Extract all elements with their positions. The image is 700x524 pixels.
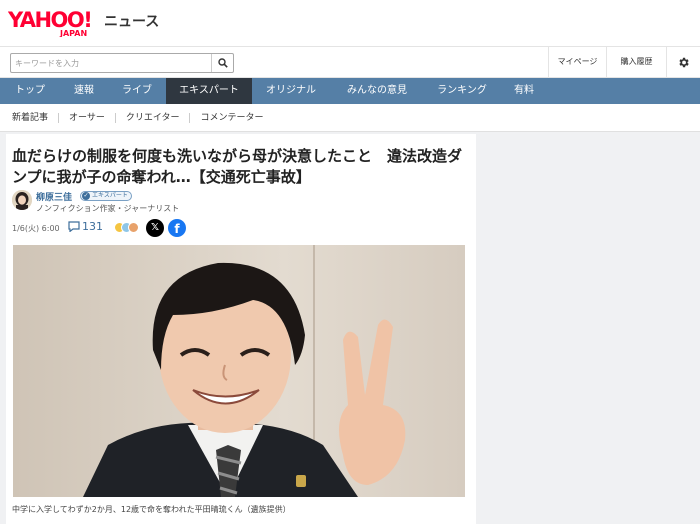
sad-reaction-icon bbox=[128, 222, 139, 233]
expert-badge: ✓ エキスパート bbox=[80, 191, 132, 201]
article-photo bbox=[13, 245, 465, 497]
nav-item-top[interactable]: トップ bbox=[0, 78, 60, 104]
article-title: 血だらけの制服を何度も洗いながら母が決意したこと 違法改造ダンプに我が子の命奪わ… bbox=[12, 147, 463, 186]
reaction-icons[interactable] bbox=[114, 222, 139, 234]
boy-peace-sign-photo bbox=[13, 245, 465, 497]
nav-item-breaking[interactable]: 速報 bbox=[60, 78, 108, 104]
nav-item-paid[interactable]: 有料 bbox=[500, 78, 548, 104]
search-input[interactable] bbox=[11, 54, 211, 72]
x-share-icon[interactable]: 𝕏 bbox=[146, 219, 164, 237]
yahoo-japan-logo[interactable]: YAHOO! JAPAN bbox=[8, 7, 103, 37]
comment-icon bbox=[68, 221, 80, 232]
site-header: YAHOO! JAPAN ニュース bbox=[0, 0, 700, 46]
nav-item-original[interactable]: オリジナル bbox=[252, 78, 330, 104]
expert-badge-label: エキスパート bbox=[92, 192, 128, 199]
article-meta: 1/6(火) 6:00 131 𝕏 f bbox=[12, 218, 312, 238]
avatar-portrait-icon bbox=[12, 190, 32, 210]
settings-button[interactable] bbox=[666, 47, 700, 77]
search-icon bbox=[217, 58, 228, 68]
gear-icon bbox=[679, 57, 689, 67]
comment-count: 131 bbox=[82, 220, 103, 233]
subnav-item-author[interactable]: オーサー bbox=[58, 112, 115, 123]
search-bar-row: マイページ 購入履歴 bbox=[0, 46, 700, 78]
check-icon: ✓ bbox=[82, 192, 90, 200]
purchase-history-link[interactable]: 購入履歴 bbox=[606, 47, 666, 77]
nav-item-opinions[interactable]: みんなの意見 bbox=[330, 78, 424, 104]
author-avatar[interactable] bbox=[12, 190, 32, 210]
mypage-link[interactable]: マイページ bbox=[548, 47, 606, 77]
author-row: 柳原三佳 ✓ エキスパート ノンフィクション作家・ジャーナリスト bbox=[12, 189, 312, 213]
svg-text:JAPAN: JAPAN bbox=[59, 29, 87, 37]
article-card: 血だらけの制服を何度も洗いながら母が決意したこと 違法改造ダンプに我が子の命奪わ… bbox=[6, 134, 476, 524]
nav-item-live[interactable]: ライブ bbox=[108, 78, 166, 104]
search-button[interactable] bbox=[211, 54, 233, 72]
sub-nav: 新着記事 オーサー クリエイター コメンテーター bbox=[0, 104, 700, 132]
comment-link[interactable]: 131 bbox=[68, 220, 103, 233]
service-name[interactable]: ニュース bbox=[104, 11, 159, 31]
subnav-item-commentator[interactable]: コメンテーター bbox=[189, 112, 273, 123]
author-role: ノンフィクション作家・ジャーナリスト bbox=[36, 204, 180, 213]
search-box bbox=[10, 53, 234, 73]
main-nav: トップ 速報 ライブ エキスパート オリジナル みんなの意見 ランキング 有料 bbox=[0, 78, 700, 104]
subnav-item-latest[interactable]: 新着記事 bbox=[12, 113, 58, 123]
author-name[interactable]: 柳原三佳 bbox=[36, 190, 72, 203]
facebook-share-icon[interactable]: f bbox=[168, 219, 186, 237]
nav-item-ranking[interactable]: ランキング bbox=[424, 78, 500, 104]
publish-date: 1/6(火) 6:00 bbox=[12, 224, 60, 233]
photo-caption: 中学に入学してわずか2か月、12歳で命を奪われた平田晴琉くん（遺族提供） bbox=[12, 505, 291, 514]
nav-item-expert[interactable]: エキスパート bbox=[166, 78, 252, 104]
subnav-item-creator[interactable]: クリエイター bbox=[114, 112, 190, 123]
